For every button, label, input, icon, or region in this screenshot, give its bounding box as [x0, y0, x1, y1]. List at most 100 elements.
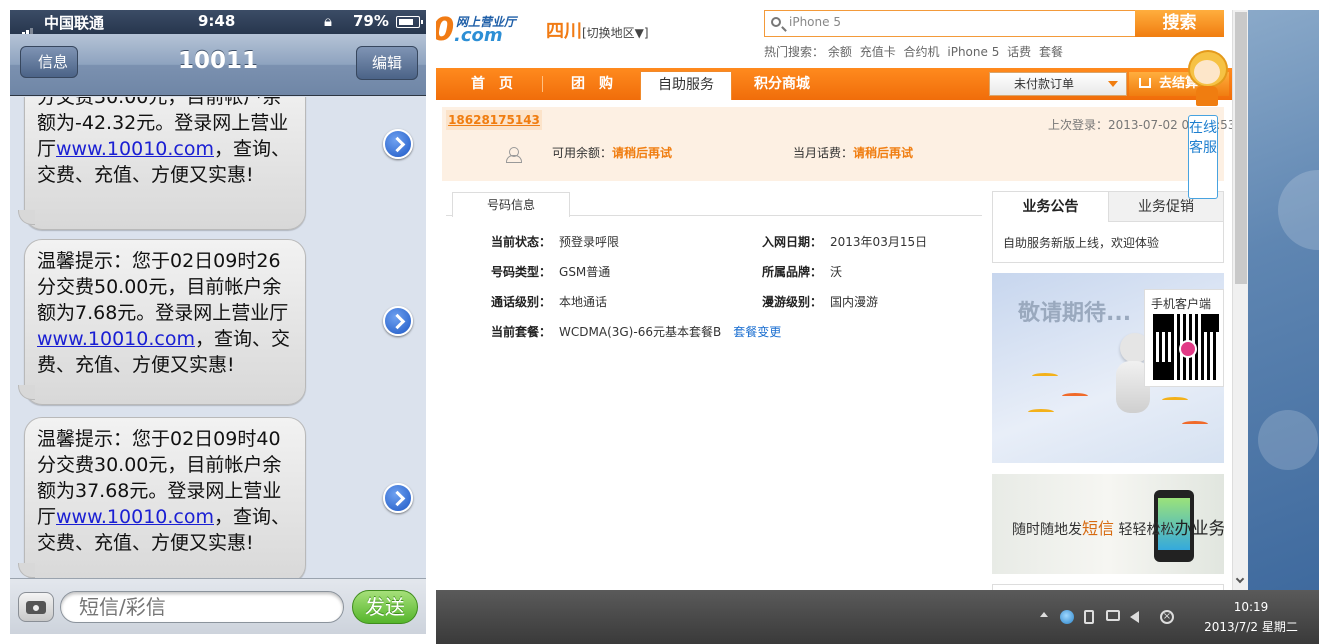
banner-heading: 敬请期待... — [1018, 301, 1132, 326]
sms-business-banner[interactable]: 随时随地发短信 轻轻松松办业务 — [992, 474, 1224, 574]
message-text: 温馨提示：您于02日09时26分交费50.00元，目前帐户余额为7.68元。登录… — [37, 250, 289, 324]
browser-window: 0 网上营业厅 .com 四川[切换地区▼] 搜索 热门搜索： 余额 充值卡 合… — [436, 10, 1319, 644]
qr-code-icon — [1153, 314, 1219, 380]
hot-search-link[interactable]: 合约机 — [904, 45, 940, 59]
message-link[interactable]: www.10010.com — [37, 328, 195, 350]
taskbar-time[interactable]: 10:19 — [1196, 600, 1306, 614]
phone-number-link[interactable]: 18628175143 — [446, 110, 542, 130]
rotation-lock-icon: 🔒︎ — [324, 12, 332, 30]
wallpaper-bubble — [1278, 170, 1319, 250]
search-icon — [771, 17, 781, 27]
taskbar-date[interactable]: 2013/7/2 星期二 — [1190, 618, 1312, 635]
message-input[interactable] — [60, 591, 344, 623]
number-info-tabs: 号码信息 — [446, 192, 982, 217]
info-value: 2013年03月15日 — [830, 235, 928, 249]
battery-percent: 79% — [353, 12, 389, 30]
hot-search-link[interactable]: 充值卡 — [860, 45, 896, 59]
info-row: 漫游级别： 国内漫游 — [762, 293, 878, 310]
user-icon — [506, 147, 522, 163]
info-value: GSM普通 — [559, 265, 611, 279]
logo-mark: 0 — [436, 10, 454, 48]
forward-arrow-icon[interactable] — [383, 483, 413, 513]
tab-number-info[interactable]: 号码信息 — [452, 192, 570, 217]
balance-value: 请稍后再试 — [612, 146, 673, 160]
mascot-icon[interactable] — [1184, 50, 1228, 110]
message-link[interactable]: www.10010.com — [56, 506, 214, 528]
message-bubble[interactable]: 温馨提示：您于02日09时26分交费50.00元，目前帐户余额为7.68元。登录… — [18, 239, 306, 405]
region-name: 四川 — [546, 21, 582, 42]
action-center-icon[interactable]: × — [1160, 610, 1174, 624]
plan-change-link[interactable]: 套餐变更 — [733, 325, 781, 339]
account-summary: 18628175143 上次登录：2013-07-02 09:43:53 可用余… — [442, 107, 1232, 181]
unpaid-orders-dropdown[interactable]: 未付款订单 — [989, 72, 1127, 96]
nav-self-service[interactable]: 自助服务 — [640, 71, 732, 100]
hot-search-link[interactable]: 套餐 — [1039, 45, 1063, 59]
search-input[interactable] — [789, 15, 1119, 29]
taskbar: × 10:19 2013/7/2 星期二 — [436, 590, 1319, 644]
device-icon[interactable] — [1084, 610, 1094, 624]
webpage: 0 网上营业厅 .com 四川[切换地区▼] 搜索 热门搜索： 余额 充值卡 合… — [436, 10, 1232, 590]
scroll-down-icon[interactable] — [1235, 574, 1245, 584]
forward-arrow-icon[interactable] — [383, 306, 413, 336]
confetti — [1062, 393, 1088, 399]
confetti — [1028, 409, 1054, 415]
vertical-scrollbar[interactable] — [1232, 10, 1248, 590]
banner-text-part: 轻轻松松 — [1114, 522, 1175, 538]
qr-label: 手机客户端 — [1151, 297, 1212, 311]
back-button[interactable]: 信息 — [20, 46, 78, 78]
edit-button[interactable]: 编辑 — [356, 46, 418, 80]
region-switch-link[interactable]: [切换地区▼] — [582, 26, 649, 40]
info-value: 预登录呼限 — [559, 235, 620, 249]
online-service-button[interactable]: 在线客服 — [1188, 115, 1218, 199]
mobile-client-qr[interactable]: 手机客户端 — [1144, 289, 1224, 387]
info-key: 漫游级别： — [762, 295, 823, 309]
banner-text: 随时随地发短信 轻轻松松办业务 — [1012, 514, 1224, 539]
nav-home[interactable]: 首 页 — [446, 68, 538, 100]
message-link[interactable]: www.10010.com — [56, 138, 214, 160]
nav-groupbuy[interactable]: 团 购 — [546, 68, 638, 100]
plan-value: WCDMA(3G)-66元基本套餐B — [559, 325, 722, 339]
network-icon[interactable] — [1106, 610, 1120, 621]
battery-icon — [396, 16, 423, 28]
info-key: 当前套餐： — [491, 325, 552, 339]
info-key: 号码类型： — [491, 265, 552, 279]
announcement-panel: 业务公告 业务促销 自助服务新版上线，欢迎体验 — [992, 191, 1224, 263]
confetti — [1162, 397, 1188, 403]
search-button[interactable]: 搜索 — [1135, 10, 1224, 37]
message-bubble[interactable]: 分交费30.00元，目前帐户余额为-42.32元。登录网上营业厅www.1001… — [18, 97, 306, 230]
confetti — [1032, 373, 1058, 379]
main-navigation: 首 页 团 购 自助服务 积分商城 未付款订单 去结算 — [436, 68, 1232, 100]
forward-arrow-icon[interactable] — [383, 129, 413, 159]
available-balance: 可用余额：请稍后再试 — [552, 144, 672, 161]
nav-points-mall[interactable]: 积分商城 — [736, 68, 828, 100]
camera-button[interactable] — [18, 592, 54, 622]
hot-searches: 热门搜索： 余额 充值卡 合约机 iPhone 5 话费 套餐 — [764, 43, 1067, 60]
region-selector[interactable]: 四川[切换地区▼] — [546, 17, 649, 43]
hot-search-link[interactable]: iPhone 5 — [947, 45, 999, 59]
announcement-text[interactable]: 自助服务新版上线，欢迎体验 — [1003, 234, 1159, 251]
nav-divider — [542, 76, 543, 92]
info-row: 入网日期： 2013年03月15日 — [762, 233, 927, 250]
status-time: 9:48 — [198, 12, 236, 30]
send-button[interactable]: 发送 — [352, 590, 418, 624]
message-composer: 发送 — [10, 578, 426, 634]
info-value: 本地通话 — [559, 295, 608, 309]
hot-search-link[interactable]: 话费 — [1007, 45, 1031, 59]
message-thread[interactable]: 分交费30.00元，目前帐户余额为-42.32元。登录网上营业厅www.1001… — [10, 97, 426, 578]
scrollbar-thumb[interactable] — [1235, 12, 1247, 284]
conversation-title: 10011 — [177, 48, 259, 74]
banner-text-part: 随时随地发 — [1012, 522, 1082, 538]
banner-text-part: 办业务 — [1174, 519, 1224, 539]
wallpaper-bubble — [1258, 410, 1318, 470]
tab-announcements[interactable]: 业务公告 — [993, 192, 1108, 222]
fee-value: 请稍后再试 — [853, 146, 914, 160]
fee-label: 当月话费： — [793, 146, 854, 160]
banner-text-part: 短信 — [1082, 519, 1115, 538]
hot-search-link[interactable]: 余额 — [828, 45, 852, 59]
show-hidden-icons-icon[interactable] — [1040, 612, 1048, 617]
qq-icon[interactable] — [1060, 610, 1074, 624]
message-bubble[interactable]: 温馨提示：您于02日09时40分交费30.00元，目前帐户余额为37.68元。登… — [18, 417, 306, 578]
camera-lens — [31, 603, 41, 613]
volume-icon[interactable] — [1130, 611, 1139, 623]
info-value: 沃 — [830, 265, 843, 279]
